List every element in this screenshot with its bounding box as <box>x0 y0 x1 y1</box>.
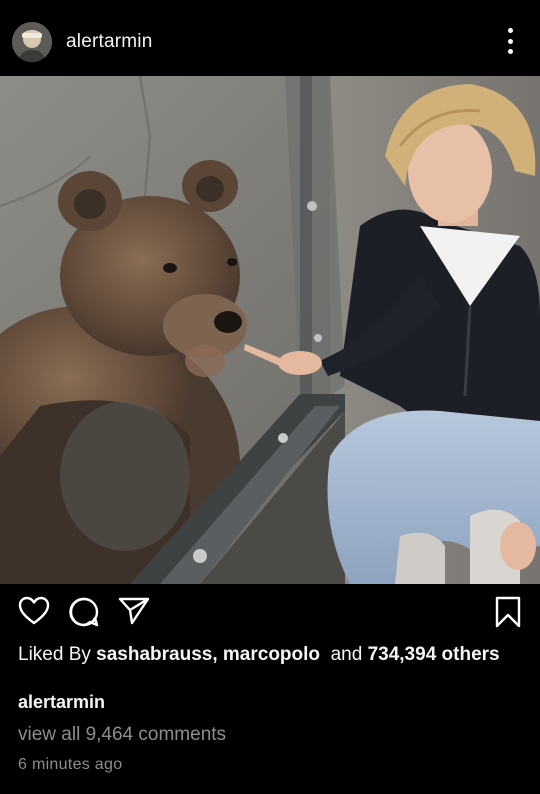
post-username[interactable]: alertarmin <box>66 31 152 53</box>
bookmark-icon[interactable] <box>494 596 522 628</box>
liked-by-names[interactable]: sashabrauss, marcopolo <box>96 644 320 665</box>
avatar[interactable] <box>12 22 52 62</box>
likes-prefix: Liked By <box>18 644 91 665</box>
likes-conjunction: and <box>330 644 363 665</box>
post-action-bar <box>0 592 540 636</box>
comment-bubble-icon[interactable] <box>68 596 100 628</box>
likes-others[interactable]: others <box>442 644 500 665</box>
post-photo[interactable] <box>0 76 540 584</box>
post-header: alertarmin <box>0 0 540 78</box>
likes-summary[interactable]: Liked By sashabrauss, marcopolo and 734,… <box>18 643 523 666</box>
post-timestamp: 6 minutes ago <box>18 756 123 773</box>
likes-count[interactable]: 734,394 <box>368 644 437 665</box>
more-vertical-icon[interactable] <box>498 28 522 54</box>
heart-icon[interactable] <box>18 596 50 626</box>
profile-avatar-image <box>12 22 52 62</box>
paper-plane-icon[interactable] <box>118 596 150 626</box>
caption-username[interactable]: alertarmin <box>18 692 105 713</box>
view-comments-link[interactable]: view all 9,464 comments <box>18 724 226 746</box>
bear-and-man-illustration <box>0 76 540 584</box>
